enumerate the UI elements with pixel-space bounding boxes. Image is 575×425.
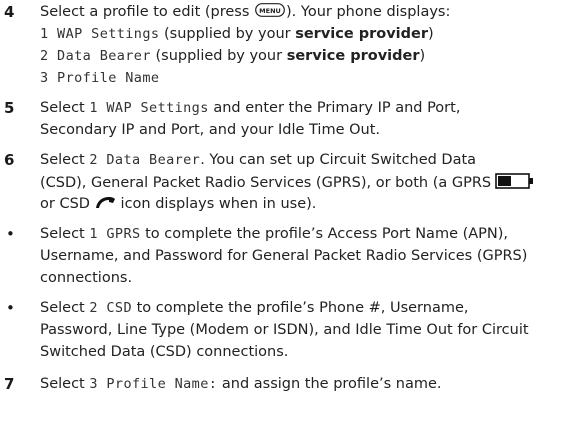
- step-4-number: 4: [4, 3, 15, 21]
- step-7-text: Select 3 Profile Name: and assign the pr…: [40, 376, 442, 392]
- step-4-option-2: 2 Data Bearer (supplied by your service …: [40, 48, 426, 64]
- bullet-2-text-line-2: Password, Line Type (Modem or ISDN), and…: [40, 322, 529, 338]
- step-5-text-line-2: Secondary IP and Port, and your Idle Tim…: [40, 122, 381, 138]
- bullet-1-marker: •: [6, 225, 15, 243]
- step-6-text: Select 2 Data Bearer. You can set up Cir…: [40, 152, 477, 168]
- step-4-option-3: 3 Profile Name: [40, 70, 160, 86]
- csd-handset-icon: [94, 195, 116, 217]
- step-6-text-line-2: (CSD), General Packet Radio Services (GP…: [40, 172, 535, 196]
- step-6-text-line-3: or CSD icon displays when in use).: [40, 194, 316, 217]
- gprs-battery-icon: [495, 172, 535, 196]
- manual-page: { "steps": { "s4": { "num": "4", "pre": …: [0, 0, 575, 425]
- step-4-option-1: 1 WAP Settings (supplied by your service…: [40, 26, 434, 42]
- bullet-2-text: Select 2 CSD to complete the profile’s P…: [40, 300, 469, 316]
- menu-key-icon: MENU: [255, 3, 285, 23]
- bullet-1-text-line-3: connections.: [40, 270, 133, 286]
- bullet-1-text: Select 1 GPRS to complete the profile’s …: [40, 226, 509, 242]
- step-6-number: 6: [4, 151, 15, 169]
- step-5-number: 5: [4, 99, 15, 117]
- step-5-text: Select 1 WAP Settings and enter the Prim…: [40, 100, 461, 116]
- step-7-number: 7: [4, 375, 15, 393]
- bullet-2-marker: •: [6, 299, 15, 317]
- bullet-1-text-line-2: Username, and Password for General Packe…: [40, 248, 528, 264]
- bullet-2-text-line-3: Switched Data (CSD) connections.: [40, 344, 289, 360]
- step-4-text: Select a profile to edit (press MENU). Y…: [40, 2, 450, 23]
- svg-text:MENU: MENU: [259, 7, 281, 15]
